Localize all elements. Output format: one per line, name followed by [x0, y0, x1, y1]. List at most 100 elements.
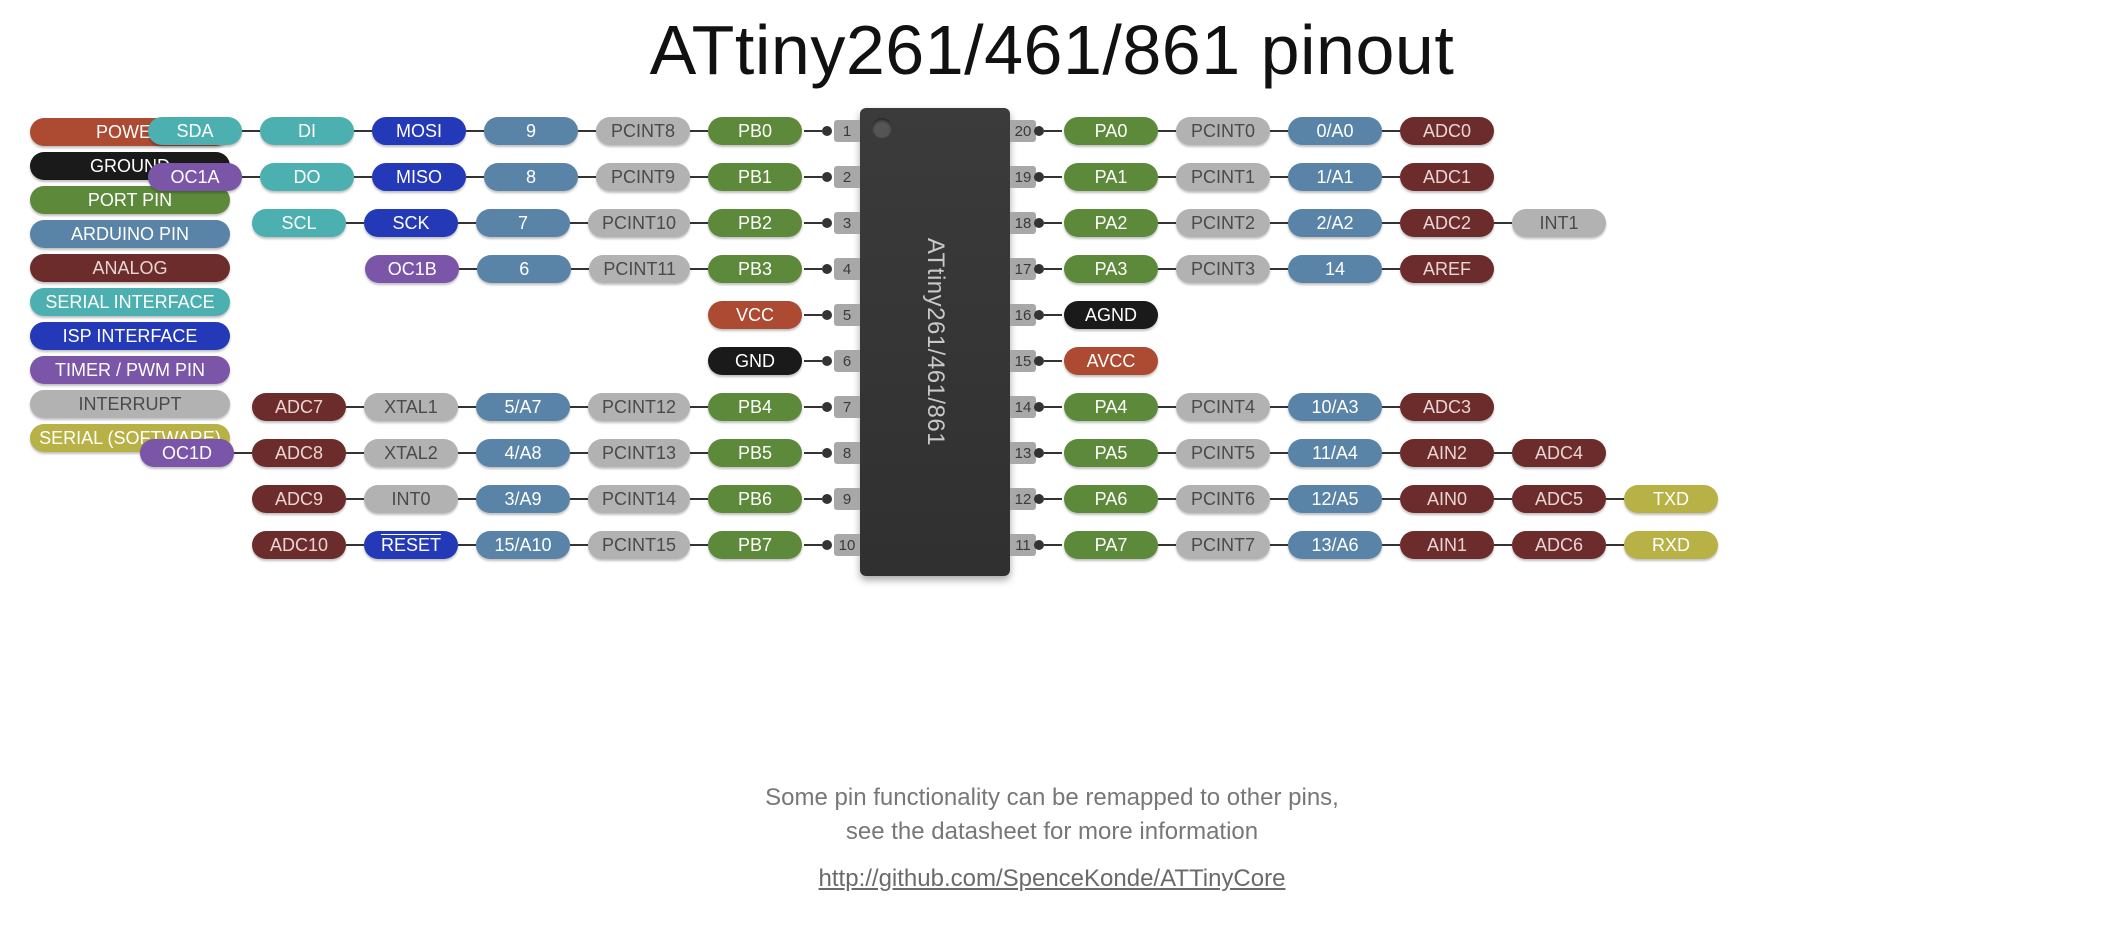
func-int0: INT0 — [364, 485, 458, 513]
func-pb0: PB0 — [708, 117, 802, 145]
func-pcint15: PCINT15 — [588, 531, 690, 559]
right-row-3: PA2 PCINT2 2/A2 ADC2 INT1 — [1034, 209, 1606, 237]
legend-serial: SERIAL INTERFACE — [30, 288, 230, 316]
func-pa7: PA7 — [1064, 531, 1158, 559]
func-aref: AREF — [1400, 255, 1494, 283]
func-pcint6: PCINT6 — [1176, 485, 1270, 513]
func-0-a0: 0/A0 — [1288, 117, 1382, 145]
right-row-1: PA0PCINT00/A0ADC0 — [1034, 117, 1494, 145]
func-do: DO — [260, 163, 354, 191]
func-15-a10: 15/A10 — [476, 531, 570, 559]
func-adc5: ADC5 — [1512, 485, 1606, 513]
func-mosi: MOSI — [372, 117, 466, 145]
func-int1: INT1 — [1512, 209, 1606, 237]
func-pcint12: PCINT12 — [588, 393, 690, 421]
func-pb4: PB4 — [708, 393, 802, 421]
pin-6: 6 — [834, 350, 860, 372]
footer-link[interactable]: http://github.com/SpenceKonde/ATTinyCore — [0, 863, 2104, 895]
legend-int: INTERRUPT — [30, 390, 230, 418]
func-adc2: ADC2 — [1400, 209, 1494, 237]
func-pcint4: PCINT4 — [1176, 393, 1270, 421]
func-6: 6 — [477, 255, 571, 283]
pin-8: 8 — [834, 442, 860, 464]
func-3-a9: 3/A9 — [476, 485, 570, 513]
pin-4: 4 — [834, 258, 860, 280]
pin-17: 17 — [1010, 258, 1036, 280]
footer: Some pin functionality can be remapped t… — [0, 782, 2104, 895]
pin-10: 10 — [834, 534, 860, 556]
func-pcint2: PCINT2 — [1176, 209, 1270, 237]
pin-12: 12 — [1010, 488, 1036, 510]
func-8: 8 — [484, 163, 578, 191]
pin-19: 19 — [1010, 166, 1036, 188]
func-adc3: ADC3 — [1400, 393, 1494, 421]
func-txd: TXD — [1624, 485, 1718, 513]
pin-20: 20 — [1010, 120, 1036, 142]
left-row-10: ADC10RESET15/A10PCINT15PB7 — [252, 531, 832, 559]
right-row-10: PA7PCINT713/A6AIN1ADC6RXD — [1034, 531, 1718, 559]
left-row-9: ADC9INT03/A9PCINT14PB6 — [252, 485, 832, 513]
footer-line2: see the datasheet for more information — [0, 816, 2104, 848]
func-13-a6: 13/A6 — [1288, 531, 1382, 559]
func-pa2: PA2 — [1064, 209, 1158, 237]
func-14: 14 — [1288, 255, 1382, 283]
func-adc9: ADC9 — [252, 485, 346, 513]
left-row-5: VCC — [708, 301, 832, 329]
func-2-a2: 2/A2 — [1288, 209, 1382, 237]
func-pb7: PB7 — [708, 531, 802, 559]
func-pb1: PB1 — [708, 163, 802, 191]
left-row-4: OC1B6PCINT11PB3 — [365, 255, 832, 283]
func-pa3: PA3 — [1064, 255, 1158, 283]
right-row-8: PA5PCINT511/A4AIN2ADC4 — [1034, 439, 1606, 467]
func-pa6: PA6 — [1064, 485, 1158, 513]
legend-arduino: ARDUINO PIN — [30, 220, 230, 248]
func-pb2: PB2 — [708, 209, 802, 237]
func-pcint5: PCINT5 — [1176, 439, 1270, 467]
func-pa1: PA1 — [1064, 163, 1158, 191]
page-title: ATtiny261/461/861 pinout — [0, 10, 2104, 90]
footer-line1: Some pin functionality can be remapped t… — [765, 784, 1339, 811]
right-row-4: PA3 PCINT3 14 AREF — [1034, 255, 1494, 283]
pin-18: 18 — [1010, 212, 1036, 234]
func-scl: SCL — [252, 209, 346, 237]
func-pcint3: PCINT3 — [1176, 255, 1270, 283]
func-pa5: PA5 — [1064, 439, 1158, 467]
left-row-6: GND — [708, 347, 832, 375]
pin-14: 14 — [1010, 396, 1036, 418]
func-7: 7 — [476, 209, 570, 237]
func-pcint11: PCINT11 — [589, 255, 690, 283]
func-pcint9: PCINT9 — [596, 163, 690, 191]
func-adc0: ADC0 — [1400, 117, 1494, 145]
func-1-a1: 1/A1 — [1288, 163, 1382, 191]
func-adc6: ADC6 — [1512, 531, 1606, 559]
func-reset: RESET — [364, 531, 458, 559]
func-pa4: PA4 — [1064, 393, 1158, 421]
func-oc1a: OC1A — [148, 163, 242, 191]
right-row-6: AVCC — [1034, 347, 1158, 375]
chip-label: ATtiny261/461/861 — [921, 238, 949, 446]
left-row-1: SDADIMOSI9PCINT8PB0 — [148, 117, 832, 145]
func-adc7: ADC7 — [252, 393, 346, 421]
pin1-dot-icon — [872, 118, 892, 138]
func-adc4: ADC4 — [1512, 439, 1606, 467]
func-xtal1: XTAL1 — [364, 393, 458, 421]
func-5-a7: 5/A7 — [476, 393, 570, 421]
func-11-a4: 11/A4 — [1288, 439, 1382, 467]
func-pcint7: PCINT7 — [1176, 531, 1270, 559]
func-ain0: AIN0 — [1400, 485, 1494, 513]
func-ain1: AIN1 — [1400, 531, 1494, 559]
func-avcc: AVCC — [1064, 347, 1158, 375]
pin-9: 9 — [834, 488, 860, 510]
func-pcint8: PCINT8 — [596, 117, 690, 145]
chip-body: ATtiny261/461/861 1202193184175166157148… — [860, 108, 1010, 576]
left-row-2: OC1ADOMISO8PCINT9PB1 — [148, 163, 832, 191]
left-row-3: SCLSCK7PCINT10PB2 — [252, 209, 832, 237]
legend-timer: TIMER / PWM PIN — [30, 356, 230, 384]
func-12-a5: 12/A5 — [1288, 485, 1382, 513]
func-pcint13: PCINT13 — [588, 439, 690, 467]
func-agnd: AGND — [1064, 301, 1158, 329]
func-oc1b: OC1B — [365, 255, 459, 283]
pin-15: 15 — [1010, 350, 1036, 372]
pin-11: 11 — [1010, 534, 1036, 556]
legend-analog: ANALOG — [30, 254, 230, 282]
